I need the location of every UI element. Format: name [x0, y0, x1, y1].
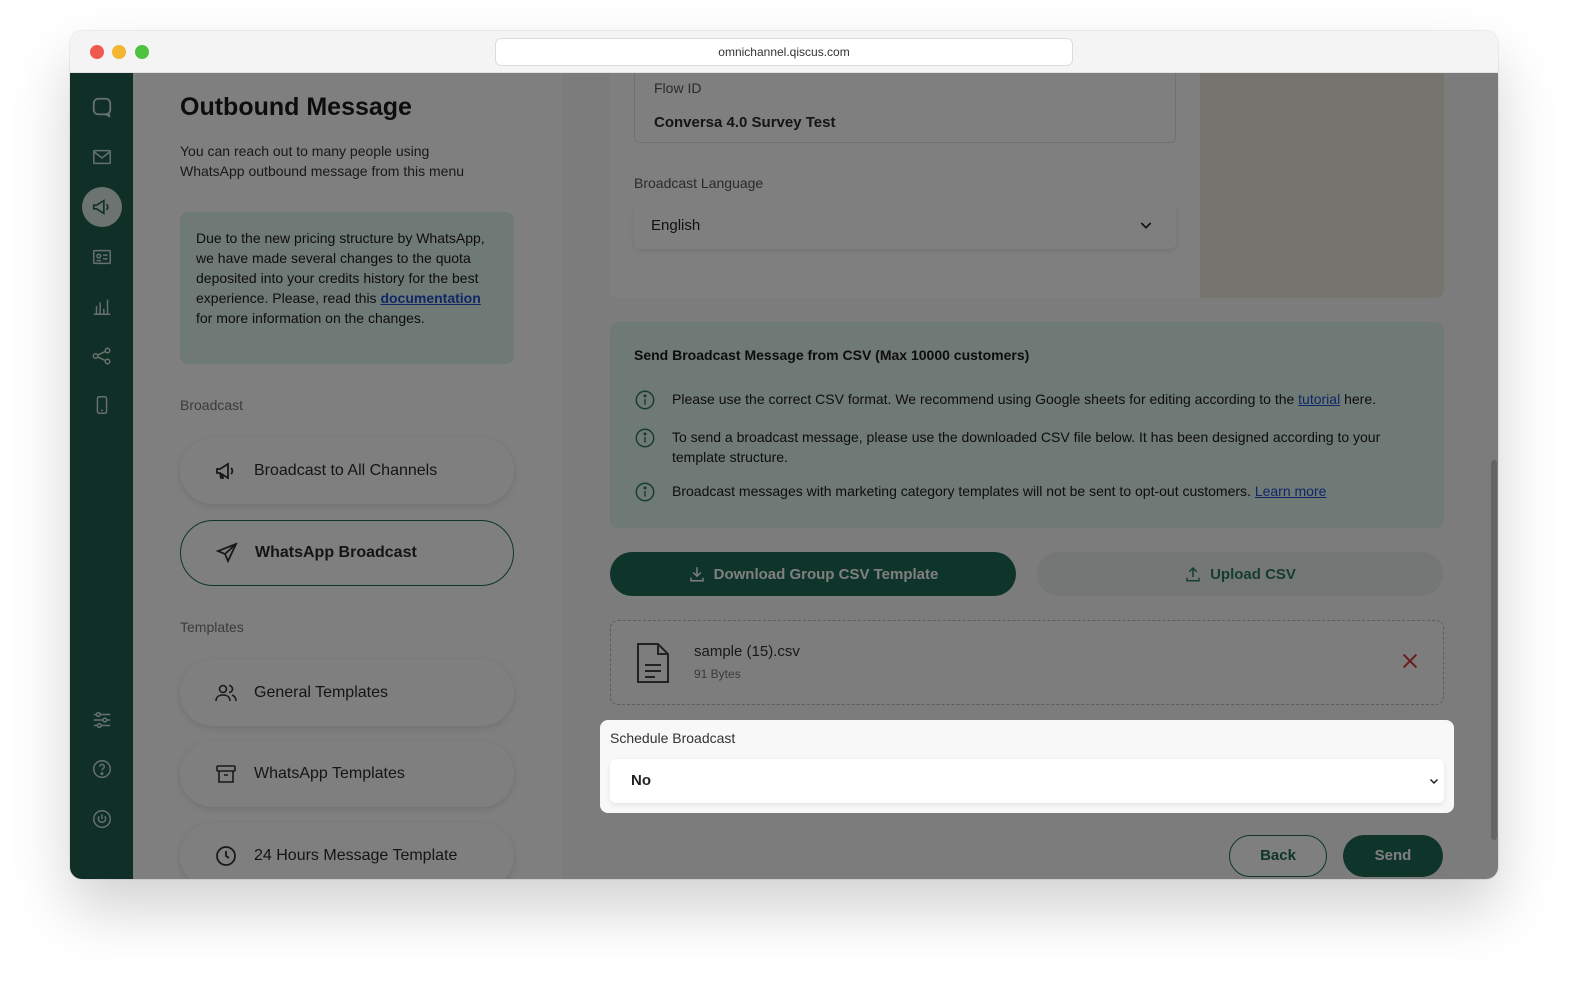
schedule-broadcast-select[interactable]: No [610, 759, 1444, 803]
app-root: Outbound Message You can reach out to ma… [70, 73, 1498, 879]
browser-titlebar: omnichannel.qiscus.com [70, 31, 1498, 73]
schedule-value: No [631, 772, 651, 789]
minimize-window-button[interactable] [112, 45, 126, 59]
chevron-down-icon [1429, 778, 1439, 785]
schedule-broadcast-label: Schedule Broadcast [610, 730, 736, 746]
close-window-button[interactable] [90, 45, 104, 59]
maximize-window-button[interactable] [135, 45, 149, 59]
browser-window: omnichannel.qiscus.com Schedule Broadcas… [70, 31, 1498, 879]
schedule-broadcast-field: Schedule Broadcast No [600, 720, 1454, 813]
address-bar[interactable]: omnichannel.qiscus.com [495, 38, 1073, 66]
